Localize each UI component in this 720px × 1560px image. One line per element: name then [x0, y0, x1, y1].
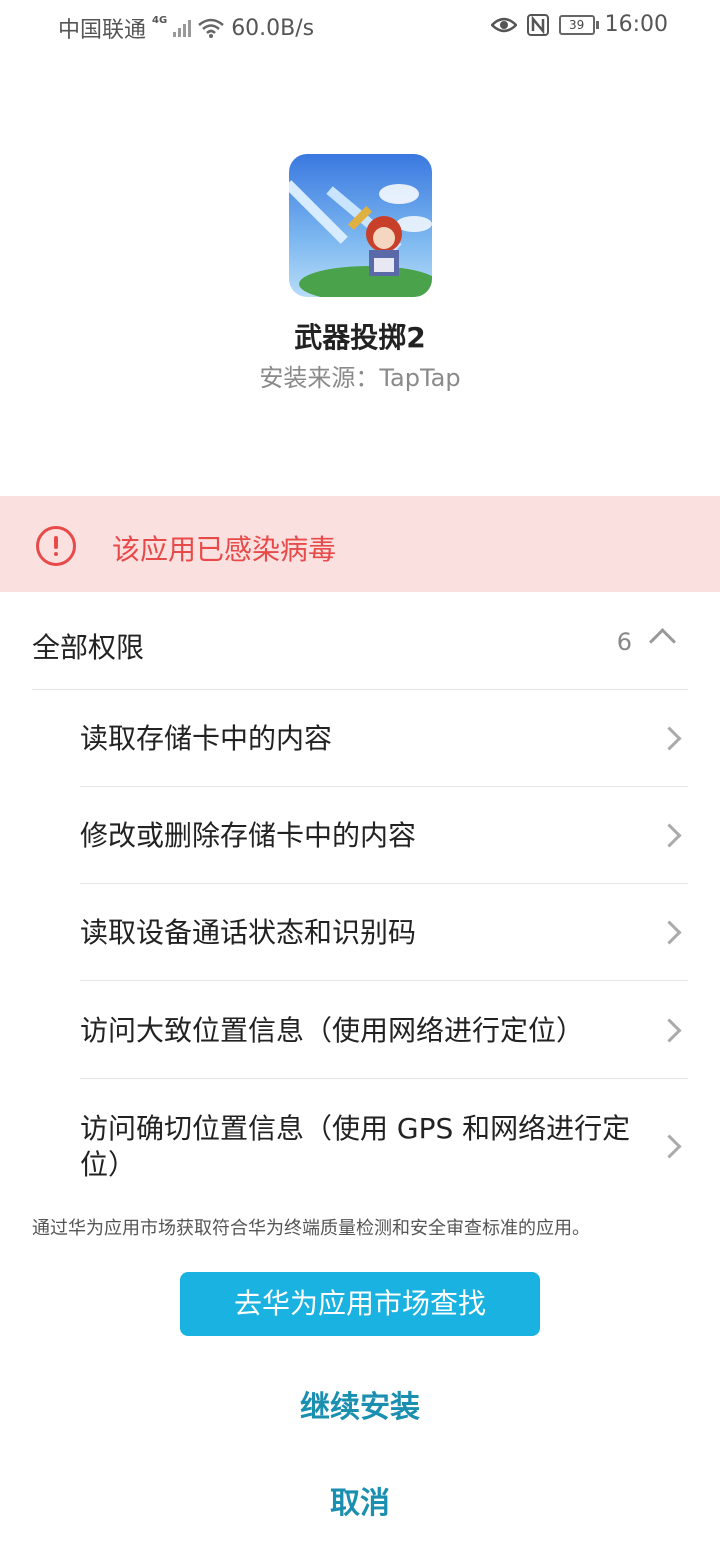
- permissions-header[interactable]: 全部权限 6: [32, 606, 688, 690]
- permission-item[interactable]: 读取设备通话状态和识别码: [80, 884, 688, 981]
- status-bar: 中国联通 4G 60.0B/s 39 16:00: [0, 0, 720, 50]
- chevron-right-icon: [657, 1018, 682, 1043]
- huawei-market-note: 通过华为应用市场获取符合华为终端质量检测和安全审查标准的应用。: [32, 1218, 590, 1239]
- chevron-up-icon[interactable]: [649, 628, 676, 655]
- permission-label: 读取设备通话状态和识别码: [80, 916, 417, 949]
- permissions-title: 全部权限: [32, 631, 145, 664]
- permission-item[interactable]: 访问大致位置信息（使用网络进行定位）: [80, 981, 688, 1079]
- signal-icon: [173, 19, 192, 37]
- alert-icon: [36, 526, 76, 566]
- permission-item[interactable]: 读取存储卡中的内容: [80, 690, 688, 787]
- network-type-label: 4G: [152, 14, 168, 26]
- permission-item[interactable]: 访问确切位置信息（使用 GPS 和网络进行定位）: [80, 1079, 688, 1189]
- permission-label: 访问大致位置信息（使用网络进行定位）: [80, 1014, 585, 1047]
- permission-label: 访问确切位置信息（使用 GPS 和网络进行定位）: [80, 1112, 631, 1181]
- permission-label: 修改或删除存储卡中的内容: [80, 819, 417, 852]
- eye-icon: [490, 17, 517, 32]
- install-source: 安装来源：TapTap: [259, 364, 461, 392]
- chevron-right-icon: [657, 1134, 682, 1159]
- permissions-count: 6: [616, 628, 632, 656]
- permission-item[interactable]: 修改或删除存储卡中的内容: [80, 787, 688, 884]
- continue-install-button[interactable]: 继续安装: [0, 1382, 720, 1426]
- wifi-icon: [198, 18, 224, 38]
- chevron-right-icon: [657, 920, 682, 945]
- virus-warning-text: 该应用已感染病毒: [112, 533, 337, 566]
- chevron-right-icon: [657, 726, 682, 751]
- clock-label: 16:00: [604, 12, 668, 37]
- cancel-button[interactable]: 取消: [0, 1478, 720, 1522]
- battery-icon: 39: [558, 14, 599, 35]
- chevron-right-icon: [657, 823, 682, 848]
- status-bar-left: 中国联通 4G 60.0B/s: [58, 12, 314, 44]
- open-huawei-market-button[interactable]: 去华为应用市场查找: [180, 1272, 540, 1336]
- nfc-icon: [526, 13, 549, 36]
- permission-label: 读取存储卡中的内容: [80, 722, 333, 755]
- status-bar-right: 39 16:00: [490, 12, 668, 37]
- virus-warning-banner: [0, 496, 720, 592]
- network-speed-label: 60.0B/s: [231, 15, 315, 41]
- app-name: 武器投掷2: [294, 321, 426, 354]
- carrier-label: 中国联通: [58, 18, 147, 43]
- app-icon: [289, 154, 432, 297]
